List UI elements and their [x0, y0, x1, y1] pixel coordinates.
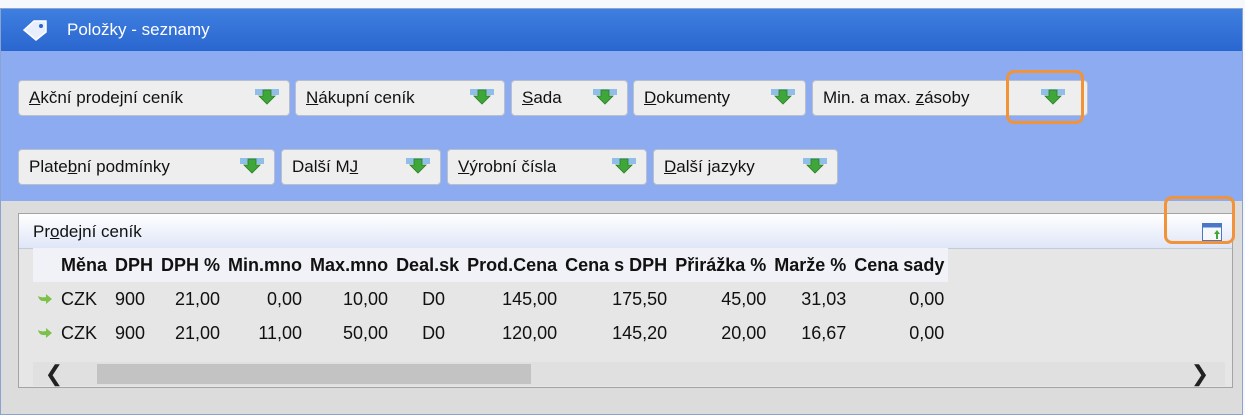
- table-row[interactable]: CZK 900 21,00 0,00 10,00 D0 145,00 175,5…: [33, 282, 948, 316]
- scroll-left-button[interactable]: ❮: [39, 361, 69, 386]
- column-header[interactable]: DPH %: [157, 248, 225, 282]
- panel-header: Prodejní ceník: [19, 214, 1232, 249]
- table-cell: CZK: [61, 322, 97, 343]
- table-cell: 0,00: [909, 322, 945, 343]
- highlight-marker: [1164, 196, 1235, 244]
- column-header[interactable]: Přirážka %: [671, 248, 771, 282]
- row-arrow-icon: [33, 282, 57, 316]
- arrow-down-icon: [406, 158, 430, 174]
- table-cell: 10,00: [343, 288, 389, 309]
- title-bar: Položky - seznamy: [1, 9, 1242, 52]
- arrow-down-icon: [803, 158, 827, 174]
- dokumenty-button[interactable]: Dokumenty: [633, 80, 806, 116]
- button-label: Další MJ: [292, 157, 359, 176]
- table-cell: 0,00: [267, 288, 303, 309]
- arrow-down-icon: [255, 89, 279, 105]
- column-header[interactable]: Cena s DPH: [561, 248, 672, 282]
- highlight-marker: [1006, 70, 1084, 124]
- table-cell: 0,00: [909, 288, 945, 309]
- scrollbar-thumb[interactable]: [97, 364, 531, 384]
- arrow-down-icon: [612, 158, 636, 174]
- button-label: Min. a max. zásoby: [823, 88, 970, 107]
- scroll-right-button[interactable]: ❯: [1185, 361, 1215, 386]
- table-cell: 11,00: [258, 322, 303, 343]
- nakupni-cenik-button[interactable]: Nákupní ceník: [295, 80, 505, 116]
- arrow-down-icon: [593, 89, 617, 105]
- table-cell: 120,00: [502, 322, 558, 343]
- table-cell: 50,00: [343, 322, 389, 343]
- sada-button[interactable]: Sada: [511, 80, 628, 116]
- column-header[interactable]: Prod.Cena: [463, 248, 562, 282]
- prodejni-cenik-panel: Prodejní ceník Měna DPH DPH % Min.mno Ma…: [18, 213, 1233, 388]
- horizontal-scrollbar[interactable]: ❮ ❯: [33, 361, 1225, 386]
- dalsi-mj-button[interactable]: Další MJ: [281, 149, 441, 185]
- table-header-row: Měna DPH DPH % Min.mno Max.mno Deal.sk P…: [33, 248, 949, 282]
- arrow-down-icon: [470, 89, 494, 105]
- arrow-down-icon: [240, 158, 264, 174]
- column-header[interactable]: Deal.sk: [392, 248, 464, 282]
- column-header[interactable]: DPH: [111, 248, 158, 282]
- column-header[interactable]: Měna: [57, 248, 112, 282]
- button-label: Akční prodejní ceník: [29, 88, 184, 107]
- table-cell: 900: [115, 322, 146, 343]
- row-arrow-icon: [33, 316, 57, 350]
- button-label: Platební podmínky: [29, 157, 170, 176]
- button-label: Sada: [522, 88, 562, 107]
- window-title: Položky - seznamy: [67, 20, 210, 39]
- vyrobni-cisla-button[interactable]: Výrobní čísla: [447, 149, 647, 185]
- table-cell: 21,00: [175, 322, 221, 343]
- table-cell: 31,03: [801, 288, 847, 309]
- akcni-prodejni-cenik-button[interactable]: Akční prodejní ceník: [18, 80, 290, 116]
- tag-icon: [22, 20, 47, 41]
- button-label: Nákupní ceník: [306, 88, 415, 107]
- price-table: Měna DPH DPH % Min.mno Max.mno Deal.sk P…: [33, 248, 949, 350]
- table-cell: 16,67: [801, 322, 847, 343]
- table-cell: CZK: [61, 288, 97, 309]
- button-label: Dokumenty: [644, 88, 730, 107]
- button-label: Výrobní čísla: [458, 157, 557, 176]
- table-cell: 145,00: [502, 288, 558, 309]
- table-cell: 145,20: [612, 322, 668, 343]
- main-window: Položky - seznamy Akční prodejní ceník N…: [0, 8, 1243, 415]
- table-cell: 900: [115, 288, 146, 309]
- panel-title: Prodejní ceník: [33, 222, 142, 241]
- arrow-down-icon: [771, 89, 795, 105]
- table-row[interactable]: CZK 900 21,00 11,00 50,00 D0 120,00 145,…: [33, 316, 948, 350]
- column-header[interactable]: Max.mno: [306, 248, 393, 282]
- button-label: Další jazyky: [664, 157, 755, 176]
- table-cell: 21,00: [175, 288, 221, 309]
- toolbar: Akční prodejní ceník Nákupní ceník Sada …: [1, 51, 1242, 201]
- platebni-podminky-button[interactable]: Platební podmínky: [18, 149, 275, 185]
- dalsi-jazyky-button[interactable]: Další jazyky: [653, 149, 838, 185]
- column-header[interactable]: Marže %: [770, 248, 851, 282]
- column-header[interactable]: Cena sady: [850, 248, 949, 282]
- table-cell: 20,00: [721, 322, 767, 343]
- table-cell: D0: [422, 322, 446, 343]
- row-marker-header: [33, 248, 57, 282]
- column-header[interactable]: Min.mno: [224, 248, 307, 282]
- table-cell: 45,00: [721, 288, 767, 309]
- table-cell: D0: [422, 288, 446, 309]
- table-cell: 175,50: [612, 288, 668, 309]
